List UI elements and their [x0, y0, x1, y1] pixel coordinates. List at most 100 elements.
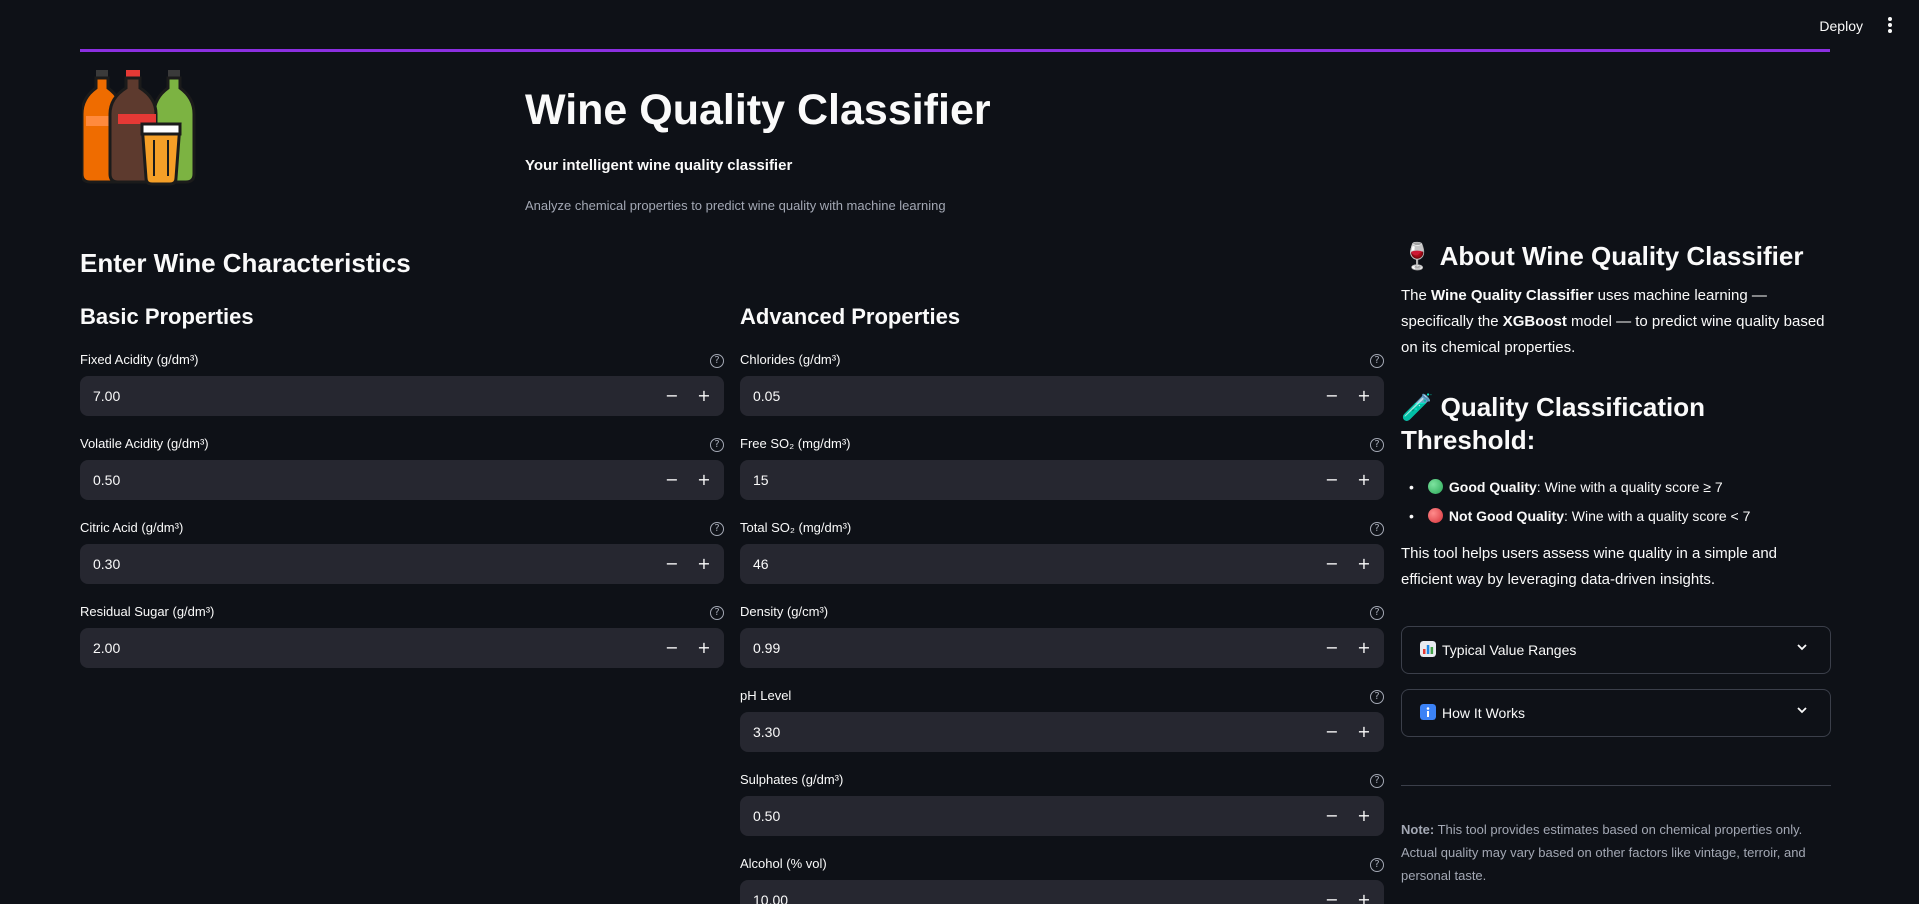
citric-acid-input[interactable] — [80, 544, 620, 584]
page-description: Analyze chemical properties to predict w… — [525, 198, 946, 213]
basic-properties-title: Basic Properties — [80, 304, 254, 329]
help-icon[interactable]: ? — [1370, 774, 1384, 788]
help-icon[interactable]: ? — [1370, 858, 1384, 872]
expander-how-it-works[interactable]: How It Works — [1401, 689, 1831, 737]
free-so2-input[interactable] — [740, 460, 1280, 500]
chevron-down-icon — [1797, 644, 1807, 651]
field-free-so2: Free SO₂ (mg/dm³) ? − + — [740, 436, 1384, 506]
increment-button[interactable]: + — [1352, 384, 1376, 408]
about-title: About Wine Quality Classifier — [1439, 241, 1804, 271]
field-citric-acid: Citric Acid (g/dm³) ? − + — [80, 520, 724, 590]
decrement-button[interactable]: − — [660, 552, 684, 576]
decrement-button[interactable]: − — [660, 384, 684, 408]
top-bar: Deploy — [0, 0, 1919, 52]
decrement-button[interactable]: − — [1320, 384, 1344, 408]
help-icon[interactable]: ? — [710, 438, 724, 452]
field-fixed-acidity: Fixed Acidity (g/dm³) ? − + — [80, 352, 724, 422]
about-text-bold: Wine Quality Classifier — [1431, 287, 1594, 304]
increment-button[interactable]: + — [692, 384, 716, 408]
list-item: Not Good Quality: Wine with a quality sc… — [1401, 502, 1831, 531]
help-icon[interactable]: ? — [710, 606, 724, 620]
increment-button[interactable]: + — [1352, 720, 1376, 744]
number-input: − + — [80, 460, 724, 500]
residual-sugar-input[interactable] — [80, 628, 620, 668]
bottles-and-glass-icon — [82, 70, 196, 186]
help-icon[interactable]: ? — [1370, 606, 1384, 620]
increment-button[interactable]: + — [1352, 804, 1376, 828]
increment-button[interactable]: + — [1352, 468, 1376, 492]
bar-chart-icon — [1420, 641, 1436, 657]
increment-button[interactable]: + — [692, 468, 716, 492]
sulphates-input[interactable] — [740, 796, 1280, 836]
about-text-bold: XGBoost — [1502, 313, 1567, 330]
decrement-button[interactable]: − — [1320, 888, 1344, 904]
divider — [1401, 785, 1831, 786]
number-input: − + — [80, 376, 724, 416]
density-input[interactable] — [740, 628, 1280, 668]
field-chlorides: Chlorides (g/dm³) ? − + — [740, 352, 1384, 422]
page-title: Wine Quality Classifier — [525, 86, 991, 134]
number-input: − + — [80, 628, 724, 668]
about-text-part: The — [1401, 287, 1432, 304]
number-input: − + — [740, 376, 1384, 416]
not-good-quality-text: : Wine with a quality score < 7 — [1564, 508, 1751, 524]
decrement-button[interactable]: − — [1320, 720, 1344, 744]
increment-button[interactable]: + — [1352, 888, 1376, 904]
help-icon[interactable]: ? — [710, 354, 724, 368]
increment-button[interactable]: + — [692, 636, 716, 660]
kebab-menu-icon[interactable] — [1887, 17, 1893, 33]
ph-level-input[interactable] — [740, 712, 1280, 752]
help-icon[interactable]: ? — [1370, 522, 1384, 536]
number-input: − + — [740, 544, 1384, 584]
good-quality-text: : Wine with a quality score ≥ 7 — [1536, 479, 1723, 495]
decrement-button[interactable]: − — [660, 636, 684, 660]
red-circle-icon — [1427, 508, 1443, 523]
info-icon — [1420, 704, 1436, 720]
help-icon[interactable]: ? — [1370, 690, 1384, 704]
increment-button[interactable]: + — [692, 552, 716, 576]
field-label: pH Level — [740, 688, 792, 703]
threshold-heading: 🧪 Quality Classification Threshold: — [1401, 391, 1831, 457]
increment-button[interactable]: + — [1352, 636, 1376, 660]
good-quality-label: Good Quality — [1448, 479, 1537, 495]
deploy-button[interactable]: Deploy — [1819, 18, 1863, 34]
alcohol-input[interactable] — [740, 880, 1280, 904]
field-label: Fixed Acidity (g/dm³) — [80, 352, 199, 367]
decrement-button[interactable]: − — [1320, 804, 1344, 828]
help-icon[interactable]: ? — [1370, 438, 1384, 452]
field-alcohol: Alcohol (% vol) ? − + — [740, 856, 1384, 904]
section-title: Enter Wine Characteristics — [80, 248, 411, 278]
test-tube-icon: 🧪 — [1401, 392, 1434, 422]
field-label: Sulphates (g/dm³) — [740, 772, 844, 787]
help-icon[interactable]: ? — [710, 522, 724, 536]
expander-typical-value-ranges[interactable]: Typical Value Ranges — [1401, 626, 1831, 674]
decrement-button[interactable]: − — [1320, 552, 1344, 576]
help-icon[interactable]: ? — [1370, 354, 1384, 368]
field-label: Density (g/cm³) — [740, 604, 829, 619]
number-input: − + — [740, 796, 1384, 836]
about-text: The Wine Quality Classifier uses machine… — [1401, 283, 1831, 361]
fixed-acidity-input[interactable] — [80, 376, 620, 416]
number-input: − + — [80, 544, 724, 584]
list-item: Good Quality: Wine with a quality score … — [1401, 473, 1831, 502]
field-density: Density (g/cm³) ? − + — [740, 604, 1384, 674]
decrement-button[interactable]: − — [1320, 636, 1344, 660]
expander-label: How It Works — [1442, 705, 1525, 721]
wine-glass-icon: 🍷 — [1401, 241, 1434, 271]
disclaimer-note: Note: This tool provides estimates based… — [1401, 818, 1831, 887]
number-input: − + — [740, 880, 1384, 904]
decrement-button[interactable]: − — [1320, 468, 1344, 492]
header-accent-line — [80, 49, 1830, 52]
about-heading: 🍷 About Wine Quality Classifier — [1401, 240, 1831, 273]
total-so2-input[interactable] — [740, 544, 1280, 584]
field-residual-sugar: Residual Sugar (g/dm³) ? − + — [80, 604, 724, 674]
chlorides-input[interactable] — [740, 376, 1280, 416]
increment-button[interactable]: + — [1352, 552, 1376, 576]
volatile-acidity-input[interactable] — [80, 460, 620, 500]
page-subtitle: Your intelligent wine quality classifier — [525, 157, 793, 174]
field-label: Alcohol (% vol) — [740, 856, 827, 871]
info-panel: 🍷 About Wine Quality Classifier The Wine… — [1401, 240, 1831, 593]
field-total-so2: Total SO₂ (mg/dm³) ? − + — [740, 520, 1384, 590]
number-input: − + — [740, 628, 1384, 668]
decrement-button[interactable]: − — [660, 468, 684, 492]
